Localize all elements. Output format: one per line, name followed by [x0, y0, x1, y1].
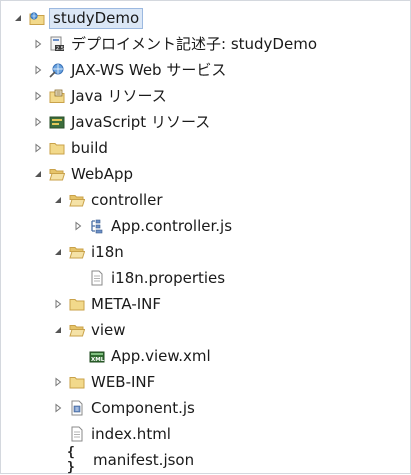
- tree-item-jaxws[interactable]: JAX-WS Web サービス: [1, 57, 410, 83]
- folder-icon: [69, 374, 85, 390]
- expanded-arrow-icon[interactable]: [52, 246, 64, 258]
- html-file-icon: [69, 426, 85, 442]
- tree-item-label: view: [91, 321, 126, 339]
- tree-item-web-inf[interactable]: WEB-INF: [1, 369, 410, 395]
- tree-item-javascript-resources[interactable]: JavaScript リソース: [1, 109, 410, 135]
- collapsed-arrow-icon[interactable]: [32, 64, 44, 76]
- tree-item-deployment-descriptor[interactable]: 2.5 デプロイメント記述子: studyDemo: [1, 31, 410, 57]
- tree-item-label: i18n.properties: [111, 269, 226, 287]
- folder-icon: [69, 296, 85, 312]
- tree-item-index-html[interactable]: index.html: [1, 421, 410, 447]
- tree-item-label: META-INF: [91, 295, 162, 313]
- collapsed-arrow-icon[interactable]: [32, 90, 44, 102]
- tree-item-label: デプロイメント記述子: studyDemo: [71, 35, 317, 53]
- tree-item-component[interactable]: Component.js: [1, 395, 410, 421]
- collapsed-arrow-icon[interactable]: [52, 298, 64, 310]
- collapsed-arrow-icon[interactable]: [32, 38, 44, 50]
- expanded-arrow-icon[interactable]: [12, 12, 24, 24]
- collapsed-arrow-icon[interactable]: [72, 220, 84, 232]
- open-folder-icon: [49, 166, 65, 182]
- expanded-arrow-icon[interactable]: [52, 194, 64, 206]
- tree-item-manifest[interactable]: { } manifest.json: [1, 445, 410, 475]
- tree-item-app-view[interactable]: XML App.view.xml: [1, 343, 410, 369]
- collapsed-arrow-icon[interactable]: [52, 402, 64, 414]
- xml-file-icon: XML: [89, 348, 105, 364]
- tree-item-label: App.view.xml: [111, 347, 211, 365]
- tree-item-label: WebApp: [71, 165, 134, 183]
- tree-item-label: JAX-WS Web サービス: [71, 61, 227, 79]
- tree-item-label: manifest.json: [93, 451, 195, 469]
- js-file-icon: [89, 218, 105, 234]
- open-folder-icon: [69, 244, 85, 260]
- tree-item-label: JavaScript リソース: [71, 113, 211, 131]
- folder-icon: [49, 140, 65, 156]
- deployment-descriptor-icon: 2.5: [49, 36, 65, 52]
- tree-item-label: Java リソース: [71, 87, 167, 105]
- expanded-arrow-icon[interactable]: [32, 168, 44, 180]
- open-folder-icon: [69, 322, 85, 338]
- tree-item-label: i18n: [91, 243, 124, 261]
- web-services-icon: [49, 62, 65, 78]
- svg-text:2.5: 2.5: [56, 46, 64, 52]
- tree-item-label: studyDemo: [49, 7, 144, 29]
- tree-item-label: Component.js: [91, 399, 195, 417]
- web-project-icon: [29, 10, 45, 26]
- tree-item-i18n-properties[interactable]: i18n.properties: [1, 265, 410, 291]
- tree-item-label: WEB-INF: [91, 373, 156, 391]
- tree-item-label: controller: [91, 191, 163, 209]
- properties-file-icon: [89, 270, 105, 286]
- expanded-arrow-icon[interactable]: [52, 324, 64, 336]
- tree-item-label: build: [71, 139, 108, 157]
- open-folder-icon: [69, 192, 85, 208]
- tree-item-view[interactable]: view: [1, 317, 410, 343]
- project-explorer-tree: studyDemo 2.5 デプロイメント記述子: studyDemo JAX-…: [0, 0, 411, 475]
- collapsed-arrow-icon[interactable]: [32, 116, 44, 128]
- tree-item-label: App.controller.js: [111, 217, 233, 235]
- tree-item-meta-inf[interactable]: META-INF: [1, 291, 410, 317]
- svg-text:XML: XML: [91, 357, 105, 363]
- collapsed-arrow-icon[interactable]: [52, 376, 64, 388]
- tree-item-build[interactable]: build: [1, 135, 410, 161]
- tree-item-i18n[interactable]: i18n: [1, 239, 410, 265]
- tree-item-studydemo[interactable]: studyDemo: [1, 5, 410, 31]
- json-file-icon: { }: [67, 445, 75, 475]
- js-file-icon: [69, 400, 85, 416]
- tree-item-app-controller[interactable]: App.controller.js: [1, 213, 410, 239]
- java-resources-icon: [49, 88, 65, 104]
- tree-item-webapp[interactable]: WebApp: [1, 161, 410, 187]
- tree-item-java-resources[interactable]: Java リソース: [1, 83, 410, 109]
- tree-item-label: index.html: [91, 425, 171, 443]
- javascript-resources-icon: [49, 114, 65, 130]
- tree-item-controller[interactable]: controller: [1, 187, 410, 213]
- collapsed-arrow-icon[interactable]: [32, 142, 44, 154]
